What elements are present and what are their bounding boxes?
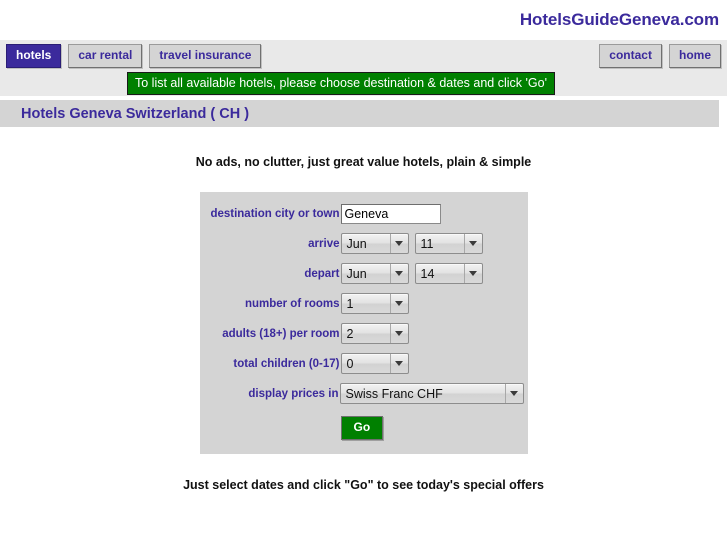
chevron-down-icon	[463, 234, 482, 253]
form-row-rooms: number of rooms 1	[200, 293, 528, 314]
rooms-value: 1	[346, 296, 354, 311]
arrive-field-area: Jun 11	[340, 233, 483, 254]
nav-tab-hotels[interactable]: hotels	[6, 43, 62, 68]
adults-select[interactable]: 2	[340, 323, 409, 344]
children-value: 0	[346, 356, 354, 371]
instruction-banner: To list all available hotels, please cho…	[127, 72, 555, 95]
form-row-children: total children (0-17) 0	[200, 353, 528, 374]
currency-select[interactable]: Swiss Franc CHF	[339, 383, 524, 404]
nav-secondary-group: contact home	[599, 43, 721, 68]
destination-input[interactable]	[340, 204, 441, 224]
tagline-text: No ads, no clutter, just great value hot…	[195, 155, 532, 169]
rooms-label: number of rooms	[244, 297, 340, 310]
children-field-area: 0	[340, 353, 409, 374]
site-logo-text: HotelsGuideGeneva.com	[519, 10, 719, 29]
arrive-label: arrive	[308, 237, 340, 250]
chevron-down-icon	[504, 384, 523, 403]
currency-value: Swiss Franc CHF	[345, 386, 443, 401]
currency-field-area: Swiss Franc CHF	[339, 383, 524, 404]
chevron-down-icon	[389, 294, 408, 313]
chevron-down-icon	[389, 264, 408, 283]
destination-field-area	[340, 204, 441, 224]
form-row-destination: destination city or town	[200, 204, 528, 224]
form-row-adults: adults (18+) per room 2	[200, 323, 528, 344]
form-row-submit: Go	[200, 416, 528, 440]
form-row-depart: depart Jun 14	[200, 263, 528, 284]
main-navigation: hotels car rental travel insurance conta…	[0, 40, 727, 71]
nav-tab-travel-insurance[interactable]: travel insurance	[149, 43, 262, 68]
children-select[interactable]: 0	[340, 353, 409, 374]
rooms-select[interactable]: 1	[340, 293, 409, 314]
page-title-band: Hotels Geneva Switzerland ( CH )	[0, 100, 719, 127]
hotel-search-form: destination city or town arrive Jun 11 d…	[199, 192, 528, 454]
arrive-month-select[interactable]: Jun	[340, 233, 409, 254]
depart-label: depart	[304, 267, 340, 280]
nav-tab-home[interactable]: home	[668, 43, 721, 68]
depart-day-value: 14	[420, 266, 435, 281]
brand-header: HotelsGuideGeneva.com	[0, 0, 727, 40]
main-content: No ads, no clutter, just great value hot…	[0, 155, 727, 492]
form-row-arrive: arrive Jun 11	[200, 233, 528, 254]
currency-label: display prices in	[248, 387, 339, 400]
depart-month-value: Jun	[346, 266, 367, 281]
form-row-currency: display prices in Swiss Franc CHF	[200, 383, 528, 404]
page-title: Hotels Geneva Switzerland ( CH )	[21, 105, 250, 122]
rooms-field-area: 1	[340, 293, 409, 314]
chevron-down-icon	[389, 324, 408, 343]
arrive-day-value: 11	[420, 236, 434, 251]
nav-tab-car-rental[interactable]: car rental	[68, 43, 143, 68]
depart-month-select[interactable]: Jun	[340, 263, 409, 284]
adults-value: 2	[346, 326, 354, 341]
notice-band: To list all available hotels, please cho…	[0, 71, 727, 96]
destination-label: destination city or town	[210, 208, 340, 220]
children-label: total children (0-17)	[233, 357, 340, 370]
adults-label: adults (18+) per room	[222, 327, 340, 340]
arrive-month-value: Jun	[346, 236, 367, 251]
nav-primary-group: hotels car rental travel insurance	[6, 43, 262, 68]
depart-field-area: Jun 14	[340, 263, 483, 284]
adults-field-area: 2	[340, 323, 409, 344]
chevron-down-icon	[463, 264, 482, 283]
nav-tab-contact[interactable]: contact	[599, 43, 662, 68]
depart-day-select[interactable]: 14	[414, 263, 483, 284]
footer-note: Just select dates and click "Go" to see …	[183, 478, 544, 492]
arrive-day-select[interactable]: 11	[414, 233, 483, 254]
chevron-down-icon	[389, 234, 408, 253]
chevron-down-icon	[389, 354, 408, 373]
go-button[interactable]: Go	[340, 416, 384, 440]
